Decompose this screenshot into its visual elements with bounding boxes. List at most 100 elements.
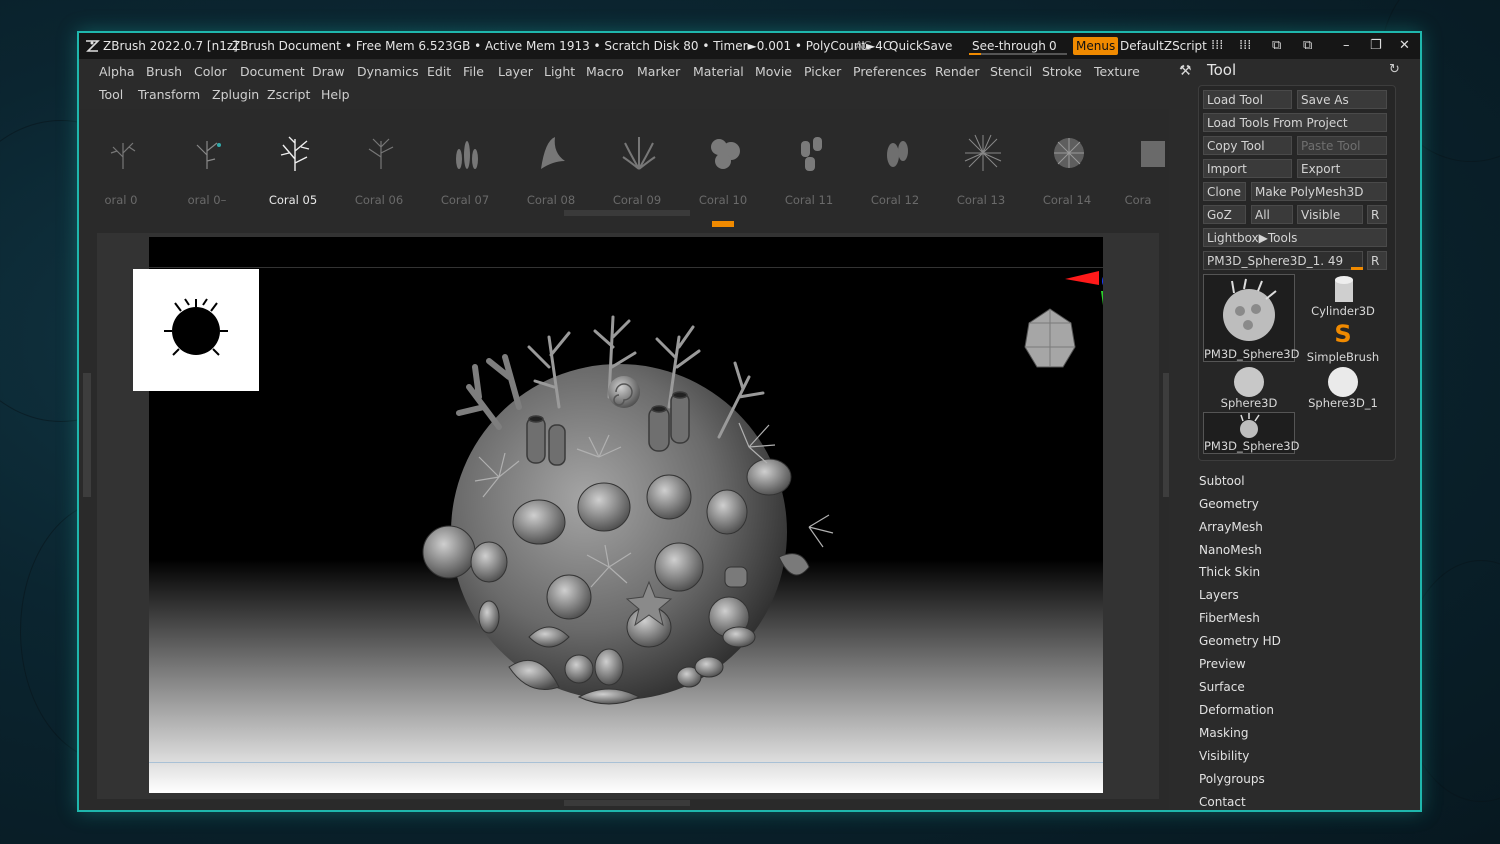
shelf-item[interactable]: Coral 09 — [595, 109, 679, 219]
close-icon[interactable]: ✕ — [1399, 33, 1410, 59]
layout-icon[interactable]: ⁞⁞⁞ — [1211, 33, 1223, 59]
tool-thumb-cylinder3d[interactable]: Cylinder3D — [1297, 274, 1389, 318]
load-tools-from-project-button[interactable]: Load Tools From Project — [1203, 113, 1387, 132]
shelf-item[interactable]: Coral 11 — [767, 109, 851, 219]
subpalette-contact[interactable]: Contact — [1199, 795, 1246, 809]
menu-brush[interactable]: Brush — [146, 64, 182, 79]
menus-toggle-button[interactable]: Menus — [1073, 37, 1119, 55]
document-canvas[interactable] — [149, 237, 1103, 793]
window-layout-icon[interactable]: ⧉ — [1272, 33, 1281, 59]
shelf-item[interactable]: Coral 13 — [939, 109, 1023, 219]
menu-color[interactable]: Color — [194, 64, 227, 79]
cylinder-icon — [1335, 276, 1353, 302]
menu-render[interactable]: Render — [935, 64, 980, 79]
menu-zplugin[interactable]: Zplugin — [212, 87, 259, 102]
tool-r-button[interactable]: R — [1367, 251, 1387, 270]
shelf-item[interactable]: oral 0 — [79, 109, 163, 219]
subpalette-visibility[interactable]: Visibility — [1199, 749, 1249, 763]
shelf-item[interactable]: Coral 10 — [681, 109, 765, 219]
shelf-item[interactable]: Coral 12 — [853, 109, 937, 219]
subpalette-surface[interactable]: Surface — [1199, 680, 1245, 694]
goz-r-button[interactable]: R — [1367, 205, 1387, 224]
minimize-icon[interactable]: – — [1343, 33, 1350, 59]
shelf-item[interactable]: Coral 05 — [251, 109, 335, 219]
make-polymesh3d-button[interactable]: Make PolyMesh3D — [1251, 182, 1387, 201]
menu-draw[interactable]: Draw — [312, 64, 345, 79]
subpalette-thick-skin[interactable]: Thick Skin — [1199, 565, 1260, 579]
subpalette-preview[interactable]: Preview — [1199, 657, 1246, 671]
tool-thumb-sphere3d[interactable]: Sphere3D — [1203, 366, 1295, 410]
canvas-navigator[interactable] — [133, 269, 259, 391]
maximize-icon[interactable]: ❐ — [1370, 33, 1382, 59]
shelf-item-label: Coral 10 — [698, 193, 748, 207]
menu-macro[interactable]: Macro — [586, 64, 624, 79]
menu-file[interactable]: File — [463, 64, 484, 79]
menu-marker[interactable]: Marker — [637, 64, 680, 79]
tool-thumb-label: SimpleBrush — [1306, 350, 1380, 364]
tool-thumb-sphere3d-1[interactable]: Sphere3D_1 — [1297, 366, 1389, 410]
subpalette-deformation[interactable]: Deformation — [1199, 703, 1274, 717]
menu-tool[interactable]: Tool — [99, 87, 123, 102]
refresh-icon[interactable]: ↻ — [1389, 62, 1400, 77]
menu-transform[interactable]: Transform — [138, 87, 200, 102]
canvas-bottom-handle[interactable] — [564, 800, 690, 806]
shelf-item[interactable]: Coral 14 — [1025, 109, 1109, 219]
paste-tool-button[interactable]: Paste Tool — [1297, 136, 1387, 155]
tool-thumb-pm3d-sphere-2[interactable]: PM3D_Sphere3D — [1203, 412, 1299, 454]
import-button[interactable]: Import — [1203, 159, 1292, 178]
menu-light[interactable]: Light — [544, 64, 575, 79]
menu-preferences[interactable]: Preferences — [853, 64, 927, 79]
shelf-item[interactable]: Coral 08 — [509, 109, 593, 219]
shelf-active-indicator — [712, 221, 734, 227]
shelf-item[interactable]: Cora — [1111, 109, 1165, 219]
shelf-item[interactable]: oral 0– — [165, 109, 249, 219]
current-tool-slider[interactable]: PM3D_Sphere3D_1. 49 — [1203, 251, 1363, 270]
load-tool-button[interactable]: Load Tool — [1203, 90, 1292, 109]
lightbox-tools-button[interactable]: Lightbox▶Tools — [1203, 228, 1387, 247]
menu-movie[interactable]: Movie — [755, 64, 792, 79]
see-through-slider[interactable] — [969, 53, 1067, 55]
subpalette-subtool[interactable]: Subtool — [1199, 474, 1245, 488]
left-tray-handle[interactable] — [83, 373, 91, 497]
goz-all-button[interactable]: All — [1251, 205, 1293, 224]
default-zscript-button[interactable]: DefaultZScript — [1120, 33, 1207, 59]
menu-dynamics[interactable]: Dynamics — [357, 64, 419, 79]
subpalette-geometry-hd[interactable]: Geometry HD — [1199, 634, 1281, 648]
see-through-label[interactable]: See-through — [972, 33, 1046, 59]
shelf-item[interactable]: Coral 07 — [423, 109, 507, 219]
save-as-button[interactable]: Save As — [1297, 90, 1387, 109]
goz-button[interactable]: GoZ — [1203, 205, 1246, 224]
menu-zscript[interactable]: Zscript — [267, 87, 310, 102]
menu-help[interactable]: Help — [321, 87, 350, 102]
shelf-item[interactable]: Coral 06 — [337, 109, 421, 219]
menu-layer[interactable]: Layer — [498, 64, 533, 79]
clone-button[interactable]: Clone — [1203, 182, 1246, 201]
menu-edit[interactable]: Edit — [427, 64, 451, 79]
copy-tool-button[interactable]: Copy Tool — [1203, 136, 1292, 155]
coral-brush-icon — [541, 137, 565, 169]
subpalette-geometry[interactable]: Geometry — [1199, 497, 1259, 511]
subpalette-masking[interactable]: Masking — [1199, 726, 1248, 740]
quicksave-button[interactable]: QuickSave — [889, 33, 952, 59]
export-button[interactable]: Export — [1297, 159, 1387, 178]
shelf-scrollbar[interactable] — [564, 210, 690, 216]
tool-thumb-simplebrush[interactable]: S SimpleBrush — [1297, 320, 1389, 364]
menu-stencil[interactable]: Stencil — [990, 64, 1032, 79]
window-layout-icon[interactable]: ⧉ — [1303, 33, 1312, 59]
menu-document[interactable]: Document — [240, 64, 305, 79]
subpalette-fibermesh[interactable]: FiberMesh — [1199, 611, 1260, 625]
goz-visible-button[interactable]: Visible — [1297, 205, 1363, 224]
subpalette-layers[interactable]: Layers — [1199, 588, 1239, 602]
subpalette-arraymesh[interactable]: ArrayMesh — [1199, 520, 1263, 534]
menu-stroke[interactable]: Stroke — [1042, 64, 1082, 79]
menu-picker[interactable]: Picker — [804, 64, 841, 79]
axis-gizmo[interactable] — [1061, 265, 1103, 335]
menu-texture[interactable]: Texture — [1094, 64, 1140, 79]
coral-sphere-model[interactable] — [409, 297, 849, 727]
menu-material[interactable]: Material — [693, 64, 744, 79]
layout-icon[interactable]: ⁞⁞⁞ — [1239, 33, 1251, 59]
subpalette-polygroups[interactable]: Polygroups — [1199, 772, 1265, 786]
subpalette-nanomesh[interactable]: NanoMesh — [1199, 543, 1262, 557]
menu-alpha[interactable]: Alpha — [99, 64, 135, 79]
tool-thumb-pm3d-sphere[interactable]: PM3D_Sphere3D — [1203, 274, 1299, 362]
